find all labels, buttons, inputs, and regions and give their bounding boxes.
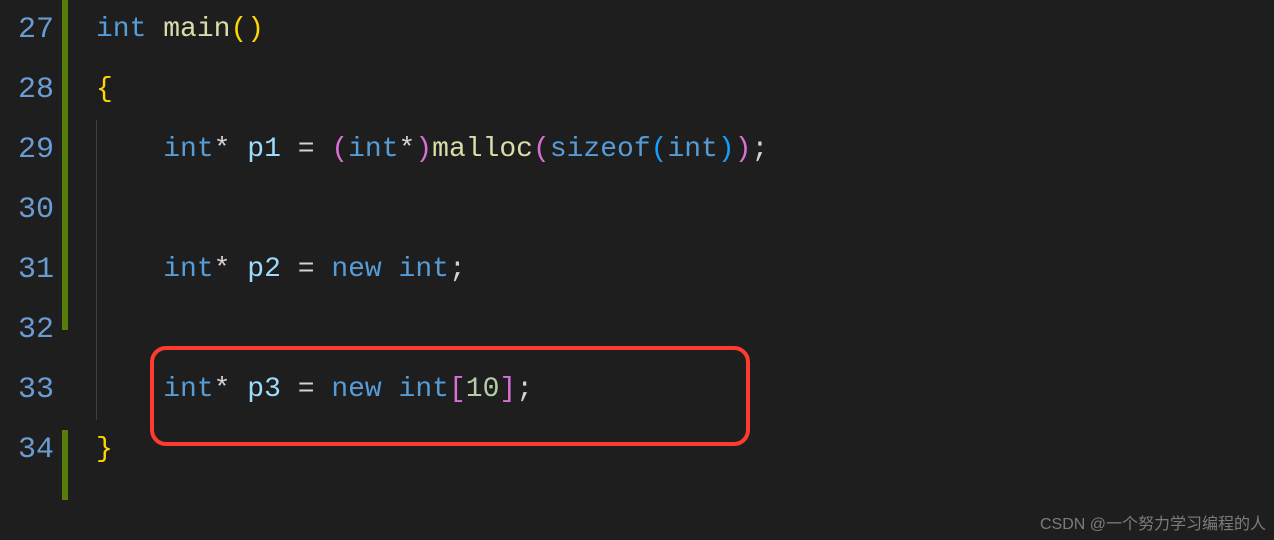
code-line-30[interactable] — [96, 180, 1274, 240]
keyword-int: int — [399, 254, 449, 285]
keyword-int: int — [399, 374, 449, 405]
paren-open: ( — [651, 134, 668, 165]
code-line-33[interactable]: int* p3 = new int[10]; — [96, 360, 1274, 420]
code-line-29[interactable]: int* p1 = (int*)malloc(sizeof(int)); — [96, 120, 1274, 180]
bracket-open: [ — [449, 374, 466, 405]
indent-guide — [96, 300, 97, 360]
equals: = — [298, 254, 315, 285]
line-number: 30 — [0, 180, 54, 240]
line-number: 34 — [0, 420, 54, 480]
variable-p3: p3 — [247, 374, 281, 405]
indent-guide — [96, 180, 97, 240]
code-area[interactable]: int main() { int* p1 = (int*)malloc(size… — [68, 0, 1274, 540]
paren-open: ( — [331, 134, 348, 165]
bracket-close: ] — [499, 374, 516, 405]
indent-guide — [96, 360, 97, 420]
keyword-int: int — [163, 254, 213, 285]
watermark-text: CSDN @一个努力学习编程的人 — [1040, 510, 1266, 534]
code-line-27[interactable]: int main() — [96, 0, 1274, 60]
paren-close: ) — [718, 134, 735, 165]
code-editor[interactable]: 27 28 29 30 31 32 33 34 int main() { int… — [0, 0, 1274, 540]
code-line-31[interactable]: int* p2 = new int; — [96, 240, 1274, 300]
star: * — [214, 134, 231, 165]
function-main: main — [163, 14, 230, 45]
code-line-32[interactable] — [96, 300, 1274, 360]
keyword-sizeof: sizeof — [550, 134, 651, 165]
line-number: 28 — [0, 60, 54, 120]
keyword-int: int — [667, 134, 717, 165]
keyword-int: int — [163, 374, 213, 405]
indent-guide — [96, 240, 97, 300]
equals: = — [298, 374, 315, 405]
semicolon: ; — [516, 374, 533, 405]
line-number: 32 — [0, 300, 54, 360]
line-number: 27 — [0, 0, 54, 60]
line-number: 33 — [0, 360, 54, 420]
function-malloc: malloc — [432, 134, 533, 165]
paren-open: ( — [230, 14, 247, 45]
variable-p2: p2 — [247, 254, 281, 285]
brace-close: } — [96, 434, 113, 465]
paren-close: ) — [735, 134, 752, 165]
code-line-28[interactable]: { — [96, 60, 1274, 120]
indent-guide — [96, 120, 97, 180]
paren-close: ) — [415, 134, 432, 165]
line-number: 29 — [0, 120, 54, 180]
equals: = — [298, 134, 315, 165]
star: * — [214, 374, 231, 405]
variable-p1: p1 — [247, 134, 281, 165]
number-literal: 10 — [466, 374, 500, 405]
keyword-int: int — [163, 134, 213, 165]
paren-open: ( — [533, 134, 550, 165]
brace-open: { — [96, 74, 113, 105]
star: * — [214, 254, 231, 285]
line-gutter: 27 28 29 30 31 32 33 34 — [0, 0, 62, 540]
code-line-34[interactable]: } — [96, 420, 1274, 480]
line-number: 31 — [0, 240, 54, 300]
keyword-int: int — [96, 14, 146, 45]
semicolon: ; — [449, 254, 466, 285]
star: * — [399, 134, 416, 165]
keyword-new: new — [331, 254, 381, 285]
semicolon: ; — [752, 134, 769, 165]
paren-close: ) — [247, 14, 264, 45]
keyword-new: new — [331, 374, 381, 405]
keyword-int: int — [348, 134, 398, 165]
